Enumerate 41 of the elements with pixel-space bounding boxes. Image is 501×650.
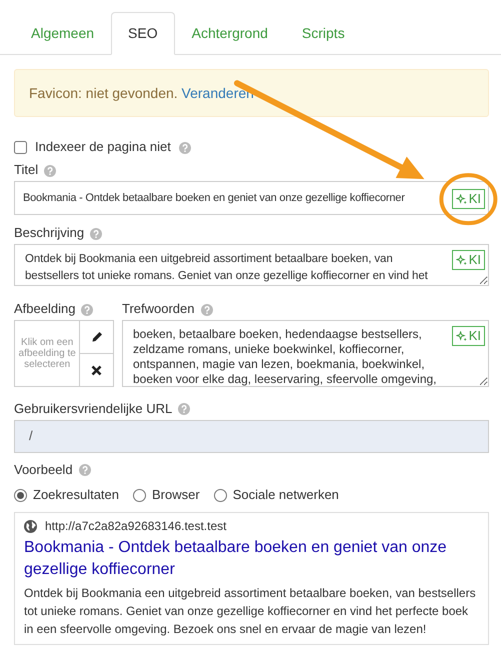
tab[interactable]: Scripts bbox=[284, 12, 362, 56]
preview-radio[interactable] bbox=[133, 488, 146, 502]
sparkle-icon bbox=[456, 254, 467, 266]
highlight-circle bbox=[439, 173, 498, 226]
help-icon[interactable] bbox=[81, 304, 94, 316]
field-label: Voorbeeld bbox=[14, 462, 73, 479]
radio-label: Browser bbox=[152, 486, 200, 504]
field-label: Beschrijving bbox=[14, 225, 84, 242]
preview-radio[interactable] bbox=[14, 488, 27, 502]
tab[interactable]: SEO bbox=[111, 12, 175, 56]
help-icon[interactable] bbox=[178, 403, 190, 416]
pencil-icon bbox=[90, 331, 103, 344]
ai-button[interactable]: KI bbox=[452, 326, 485, 346]
sparkle-icon bbox=[456, 194, 467, 205]
url-field[interactable]: / bbox=[14, 420, 489, 453]
preview-url: http://a7c2a82a92683146.test.test bbox=[45, 518, 226, 534]
checkbox-label: Indexeer de pagina niet bbox=[35, 139, 171, 156]
tab[interactable]: Achtergrond bbox=[174, 12, 285, 56]
field-label: Titel bbox=[14, 162, 38, 180]
tab[interactable]: Algemeen bbox=[14, 12, 112, 56]
radio-label: Zoekresultaten bbox=[33, 486, 119, 504]
help-icon[interactable] bbox=[178, 142, 191, 154]
field-label: Afbeelding bbox=[14, 301, 76, 318]
ai-button[interactable]: KI bbox=[452, 250, 485, 270]
help-icon[interactable] bbox=[200, 304, 212, 316]
radio-label: Sociale netwerken bbox=[232, 486, 339, 504]
noindex-checkbox[interactable] bbox=[14, 141, 27, 154]
change-link[interactable]: Veranderen bbox=[182, 85, 254, 102]
sparkle-icon bbox=[456, 330, 467, 342]
alert-message: Favicon: niet gevonden. Veranderen bbox=[14, 69, 489, 118]
ai-button[interactable]: KI bbox=[452, 189, 485, 210]
field-label: Gebruikersvriendelijke URL bbox=[14, 401, 172, 418]
help-icon[interactable] bbox=[78, 464, 91, 476]
globe-icon bbox=[24, 520, 37, 533]
field-label: Trefwoorden bbox=[122, 301, 194, 318]
close-icon bbox=[91, 364, 102, 376]
help-icon[interactable] bbox=[90, 228, 102, 240]
preview-radio[interactable] bbox=[214, 488, 227, 502]
preview-description: Ontdek bij Bookmania een uitgebreid assortiment betaalbare boeken, van bestsellers tot unieke romans. Geniet van onze gezellige koffiecorner en vind het perfecte boek in een sfeervolle omgeving. Bezoek ons snel en ervaar de magie van lezen! bbox=[24, 585, 477, 638]
preview-title[interactable]: Bookmania - Ontdek betaalbare boeken en geniet van onze gezellige koffiecorner bbox=[24, 537, 478, 582]
help-icon[interactable] bbox=[44, 164, 56, 177]
